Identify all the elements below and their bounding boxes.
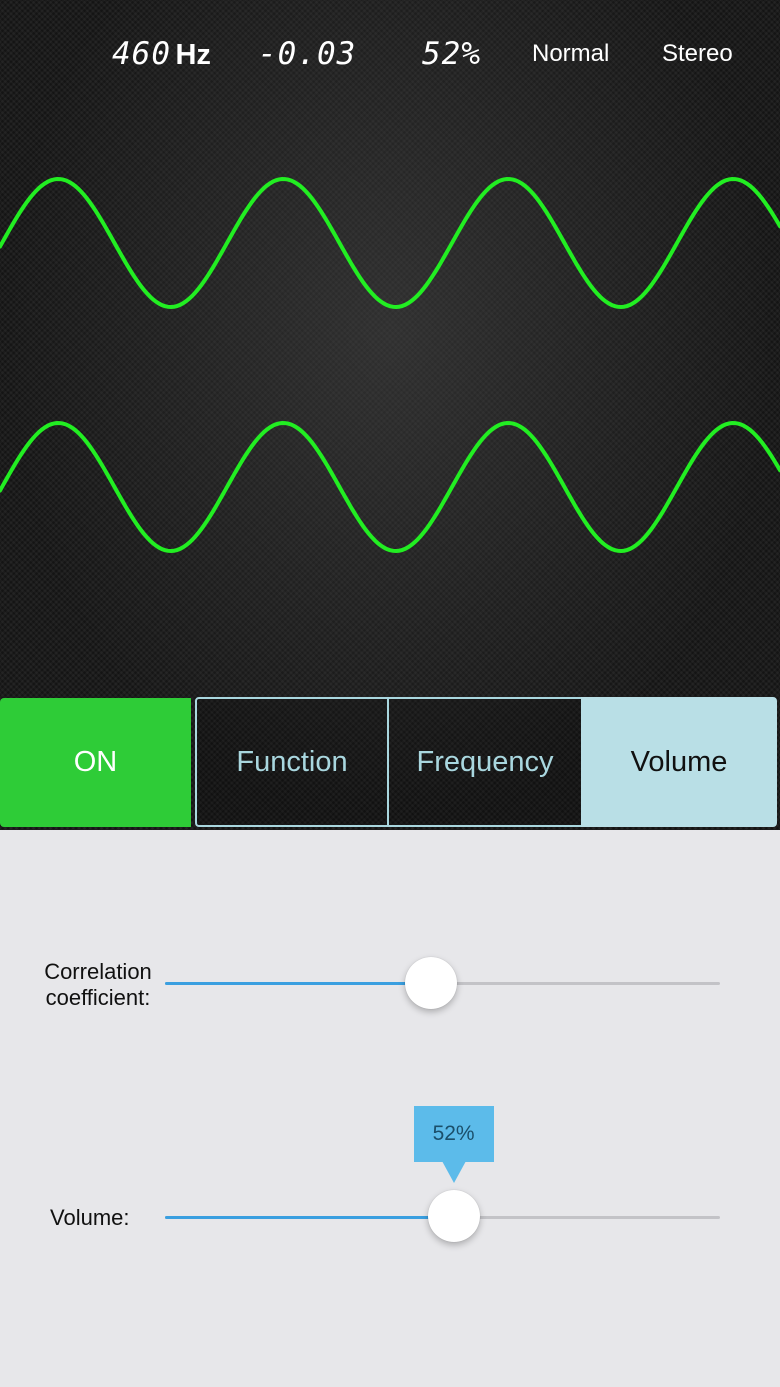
frequency-value: 460 xyxy=(112,36,171,72)
volume-slider-thumb[interactable] xyxy=(427,1190,480,1242)
tab-frequency[interactable]: Frequency xyxy=(388,697,581,827)
volume-readout: 52% xyxy=(422,36,481,72)
volume-settings-panel: Correlation coefficient: Volume: 52% xyxy=(0,830,780,1387)
volume-value-bubble: 52% xyxy=(413,1106,494,1162)
correlation-slider-thumb[interactable] xyxy=(405,957,458,1009)
tab-function[interactable]: Function xyxy=(195,697,388,827)
volume-bubble-pointer xyxy=(441,1161,466,1183)
on-toggle-button[interactable]: ON xyxy=(0,698,191,827)
frequency-unit: Hz xyxy=(175,39,211,71)
control-tab-bar: ON Function Frequency Volume xyxy=(0,697,780,830)
volume-label: Volume: xyxy=(50,1205,130,1230)
correlation-slider-fill xyxy=(165,982,432,985)
correlation-label: Correlation coefficient: xyxy=(30,959,166,1011)
waveform-right-channel xyxy=(0,421,780,554)
waveform-left-channel xyxy=(0,177,780,310)
correlation-label-line2: coefficient: xyxy=(45,985,151,1010)
volume-slider-fill xyxy=(165,1216,454,1219)
channel-label: Stereo xyxy=(662,40,733,67)
correlation-label-line1: Correlation xyxy=(44,959,152,984)
frequency-readout: 460 Hz xyxy=(112,34,211,75)
mode-label: Normal xyxy=(532,40,610,67)
tab-volume[interactable]: Volume xyxy=(581,697,777,827)
phase-readout: -0.03 xyxy=(258,36,357,72)
waveform-graph xyxy=(0,177,780,554)
